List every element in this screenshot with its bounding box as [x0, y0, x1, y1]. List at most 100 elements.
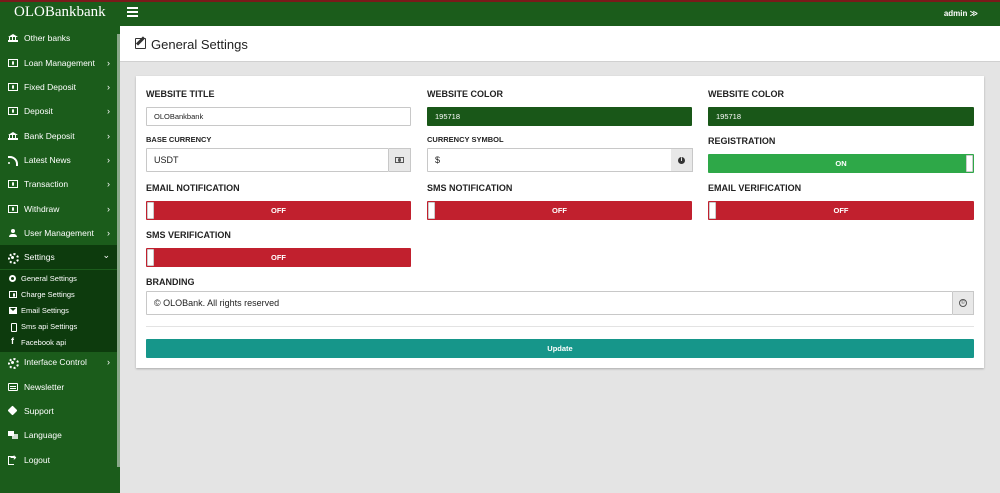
sidebar-item-label: Transaction [24, 179, 69, 189]
user-menu[interactable]: admin ≫ [944, 9, 978, 18]
chevron-right-icon: › [107, 131, 110, 141]
submenu-item-charge-settings[interactable]: Charge Settings [0, 286, 117, 302]
chevron-right-icon: › [107, 106, 110, 116]
sidebar-item-label: Language [24, 430, 62, 440]
base-currency-addon [389, 148, 411, 172]
sidebar-item-label: Logout [24, 455, 50, 465]
email-verification-toggle[interactable]: OFF [708, 201, 974, 220]
chevron-right-icon: › [107, 58, 110, 68]
page-title: General Settings [151, 37, 248, 52]
website-color-label: WEBSITE COLOR [427, 89, 503, 99]
submenu-item-label: Charge Settings [21, 289, 75, 299]
sidebar-item-other-banks[interactable]: Other banks [0, 26, 117, 50]
chevron-right-icon: › [107, 155, 110, 165]
user-icon [8, 229, 18, 237]
toggle-knob [147, 249, 154, 266]
registration-label: REGISTRATION [708, 136, 776, 146]
sidebar-item-label: Fixed Deposit [24, 82, 76, 92]
sms-notification-label: SMS NOTIFICATION [427, 183, 513, 193]
chevron-down-icon: ⌄ [102, 250, 110, 260]
submenu-item-label: Email Settings [21, 305, 69, 315]
sidebar-item-language[interactable]: Language [0, 423, 117, 447]
sidebar-item-transaction[interactable]: Transaction › [0, 172, 117, 196]
sidebar-item-label: Latest News [24, 155, 71, 165]
website-title-input[interactable]: OLOBankbank [146, 107, 411, 126]
money-icon [8, 59, 18, 67]
settings-card: WEBSITE TITLE OLOBankbank WEBSITE COLOR … [136, 76, 984, 368]
sms-notification-toggle[interactable]: OFF [427, 201, 692, 220]
logout-icon [8, 453, 18, 465]
chevron-right-icon: › [107, 228, 110, 238]
submenu-item-sms-api-settings[interactable]: Sms api Settings [0, 318, 117, 334]
toggle-state: ON [835, 159, 847, 168]
sidebar-item-label: Bank Deposit [24, 131, 75, 141]
newspaper-icon [8, 383, 18, 391]
chevron-right-icon: › [107, 82, 110, 92]
sidebar-item-settings[interactable]: Settings ⌄ [0, 245, 117, 269]
money-icon [395, 157, 404, 163]
money-icon [8, 83, 18, 91]
gears-icon [8, 253, 19, 264]
rss-icon [8, 156, 18, 166]
sidebar-item-loan-management[interactable]: Loan Management › [0, 51, 117, 75]
brand-logo[interactable]: OLOBankbank [14, 4, 106, 21]
facebook-icon [9, 336, 17, 346]
money-icon [8, 205, 18, 213]
sidebar-item-withdraw[interactable]: Withdraw › [0, 197, 117, 221]
language-icon [8, 431, 18, 439]
submenu-item-label: Sms api Settings [21, 321, 78, 331]
registration-toggle[interactable]: ON [708, 154, 974, 173]
sidebar-item-label: Support [24, 406, 54, 416]
money-icon [9, 290, 17, 298]
sidebar-item-label: User Management [24, 228, 94, 238]
submenu-item-general-settings[interactable]: General Settings [0, 270, 117, 286]
sidebar-item-interface-control[interactable]: Interface Control › [0, 350, 117, 374]
email-notification-toggle[interactable]: OFF [146, 201, 411, 220]
toggle-state: OFF [271, 206, 286, 215]
info-icon: i [678, 156, 685, 164]
website-title-label: WEBSITE TITLE [146, 89, 215, 99]
sidebar-item-logout[interactable]: Logout [0, 448, 117, 472]
sidebar-item-label: Settings [24, 252, 55, 262]
sms-verification-toggle[interactable]: OFF [146, 248, 411, 267]
sidebar-item-label: Loan Management [24, 58, 95, 68]
sidebar-item-label: Newsletter [24, 382, 65, 392]
base-currency-input[interactable]: USDT [146, 148, 389, 172]
sidebar-scrollbar[interactable] [117, 34, 120, 467]
content-header: General Settings [120, 26, 1000, 62]
copyright-icon: © [959, 299, 967, 307]
mobile-icon [9, 322, 17, 332]
sidebar-item-label: Deposit [24, 106, 53, 116]
chevron-right-icon: › [107, 179, 110, 189]
toggle-knob [428, 202, 435, 219]
sidebar-item-support[interactable]: Support [0, 399, 117, 423]
currency-symbol-addon: i [671, 148, 693, 172]
submenu-item-email-settings[interactable]: Email Settings [0, 302, 117, 318]
gears-icon [8, 358, 19, 369]
base-currency-label: BASE CURRENCY [146, 135, 212, 144]
form-divider [146, 326, 974, 327]
sidebar-item-latest-news[interactable]: Latest News › [0, 148, 117, 172]
sidebar-item-deposit[interactable]: Deposit › [0, 99, 117, 123]
sidebar-item-bank-deposit[interactable]: Bank Deposit › [0, 124, 117, 148]
tag-icon [8, 407, 18, 415]
email-notification-label: EMAIL NOTIFICATION [146, 183, 240, 193]
sidebar-item-newsletter[interactable]: Newsletter [0, 375, 117, 399]
website-color-input[interactable]: 195718 [427, 107, 692, 126]
sidebar-item-user-management[interactable]: User Management › [0, 221, 117, 245]
chevron-right-icon: › [107, 357, 110, 367]
hamburger-menu-icon[interactable] [127, 7, 138, 17]
currency-symbol-input[interactable]: $ [427, 148, 672, 172]
chevron-right-icon: › [107, 204, 110, 214]
sms-verification-label: SMS VERIFICATION [146, 230, 231, 240]
envelope-icon [9, 306, 17, 314]
website-color-input-2[interactable]: 195718 [708, 107, 974, 126]
toggle-knob [966, 155, 973, 172]
branding-input[interactable]: © OLOBank. All rights reserved [146, 291, 953, 315]
sidebar-item-label: Interface Control [24, 357, 87, 367]
submenu-item-facebook-api[interactable]: Facebook api [0, 334, 117, 350]
update-button[interactable]: Update [146, 339, 974, 358]
currency-symbol-label: CURRENCY SYMBOL [427, 135, 504, 144]
bank-icon [8, 132, 18, 140]
sidebar-item-fixed-deposit[interactable]: Fixed Deposit › [0, 75, 117, 99]
